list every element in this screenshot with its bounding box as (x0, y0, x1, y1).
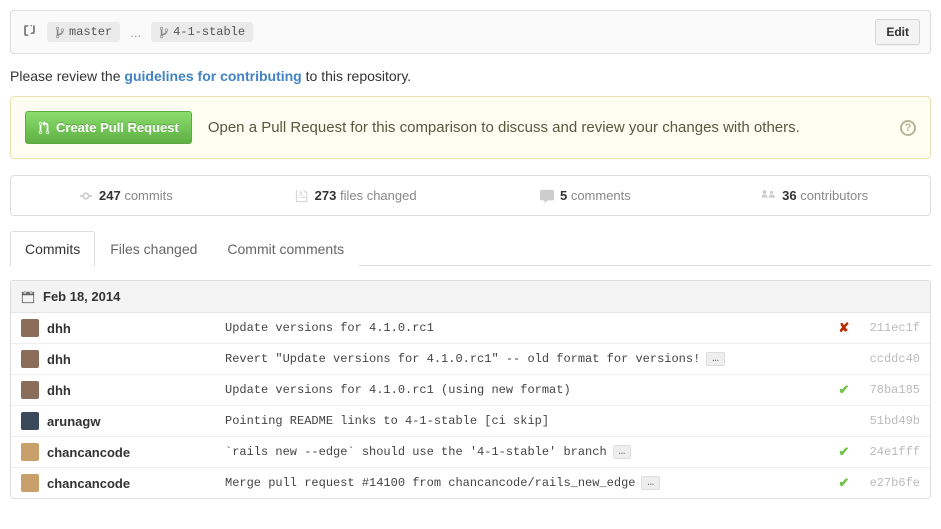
commit-author[interactable]: chancancode (47, 476, 225, 491)
tabs: Commits Files changed Commit comments (10, 230, 931, 266)
tab-files-changed[interactable]: Files changed (95, 231, 212, 266)
contributors-count: 36 (782, 188, 796, 203)
avatar[interactable] (21, 350, 39, 368)
commit-row: chancancodeMerge pull request #14100 fro… (11, 468, 930, 498)
commit-message[interactable]: Revert "Update versions for 4.1.0.rc1" -… (225, 352, 836, 366)
stat-contributors[interactable]: 36 contributors (700, 176, 930, 215)
status-success-icon[interactable]: ✔ (836, 475, 852, 491)
commit-sha[interactable]: 51bd49b (858, 414, 920, 428)
commit-sha[interactable]: 24e1fff (858, 445, 920, 459)
create-pull-request-button[interactable]: Create Pull Request (25, 111, 192, 144)
tab-commits[interactable]: Commits (10, 231, 95, 266)
base-branch-label: master (69, 25, 112, 39)
pull-request-icon (38, 121, 50, 135)
commit-sha[interactable]: ccddc40 (858, 352, 920, 366)
commit-sha[interactable]: 211ec1f (858, 321, 920, 335)
pull-request-box: Create Pull Request Open a Pull Request … (10, 96, 931, 159)
expand-message-button[interactable]: … (641, 476, 660, 490)
stat-files[interactable]: 273 files changed (241, 176, 471, 215)
date-header: Feb 18, 2014 (11, 281, 930, 313)
files-label: files changed (336, 188, 416, 203)
stat-comments[interactable]: 5 comments (471, 176, 701, 215)
commits-container: Feb 18, 2014 dhhUpdate versions for 4.1.… (10, 280, 931, 499)
base-branch[interactable]: master (47, 22, 120, 42)
contributors-label: contributors (797, 188, 869, 203)
commit-author[interactable]: dhh (47, 352, 225, 367)
range-left: master ... 4-1-stable (21, 22, 253, 43)
status-success-icon[interactable]: ✔ (836, 444, 852, 460)
guidelines-link[interactable]: guidelines for contributing (124, 68, 301, 84)
stat-commits[interactable]: 247 commits (11, 176, 241, 215)
people-icon (762, 189, 776, 203)
commits-count: 247 (99, 188, 121, 203)
create-pr-label: Create Pull Request (56, 120, 179, 135)
commit-row: dhhUpdate versions for 4.1.0.rc1 (using … (11, 375, 930, 406)
compare-icon (21, 22, 37, 43)
commits-label: commits (121, 188, 173, 203)
avatar[interactable] (21, 412, 39, 430)
range-separator: ... (130, 25, 141, 40)
commit-row: chancancode`rails new --edge` should use… (11, 437, 930, 468)
commit-icon (79, 189, 93, 203)
avatar[interactable] (21, 474, 39, 492)
commit-message[interactable]: Pointing README links to 4-1-stable [ci … (225, 414, 836, 428)
compare-branch[interactable]: 4-1-stable (151, 22, 253, 42)
commit-row: dhhRevert "Update versions for 4.1.0.rc1… (11, 344, 930, 375)
avatar[interactable] (21, 381, 39, 399)
commit-author[interactable]: arunagw (47, 414, 225, 429)
date-label: Feb 18, 2014 (43, 289, 120, 304)
commit-row: dhhUpdate versions for 4.1.0.rc1✘ 211ec1f (11, 313, 930, 344)
guidelines-notice: Please review the guidelines for contrib… (10, 68, 931, 84)
stats-bar: 247 commits 273 files changed 5 comments… (10, 175, 931, 216)
guidelines-suffix: to this repository. (302, 68, 411, 84)
guidelines-prefix: Please review the (10, 68, 124, 84)
comments-label: comments (567, 188, 631, 203)
avatar[interactable] (21, 443, 39, 461)
comment-icon (540, 189, 554, 203)
commit-row: arunagwPointing README links to 4-1-stab… (11, 406, 930, 437)
edit-button[interactable]: Edit (875, 19, 920, 45)
compare-branch-label: 4-1-stable (173, 25, 245, 39)
commit-message[interactable]: Update versions for 4.1.0.rc1 (225, 321, 836, 335)
commit-sha[interactable]: 78ba185 (858, 383, 920, 397)
calendar-icon (21, 290, 35, 304)
commit-message[interactable]: Update versions for 4.1.0.rc1 (using new… (225, 383, 836, 397)
commit-message[interactable]: Merge pull request #14100 from chancanco… (225, 476, 836, 490)
commit-message[interactable]: `rails new --edge` should use the '4-1-s… (225, 445, 836, 459)
commit-sha[interactable]: e27b6fe (858, 476, 920, 490)
tab-commit-comments[interactable]: Commit comments (212, 231, 359, 266)
help-icon[interactable]: ? (900, 120, 916, 136)
status-success-icon[interactable]: ✔ (836, 382, 852, 398)
expand-message-button[interactable]: … (613, 445, 632, 459)
files-count: 273 (315, 188, 337, 203)
file-diff-icon (295, 189, 309, 203)
commit-author[interactable]: dhh (47, 383, 225, 398)
expand-message-button[interactable]: … (706, 352, 725, 366)
compare-range-bar: master ... 4-1-stable Edit (10, 10, 931, 54)
pr-description: Open a Pull Request for this comparison … (208, 119, 800, 136)
avatar[interactable] (21, 319, 39, 337)
status-failure-icon[interactable]: ✘ (836, 320, 852, 336)
commit-author[interactable]: chancancode (47, 445, 225, 460)
commit-author[interactable]: dhh (47, 321, 225, 336)
